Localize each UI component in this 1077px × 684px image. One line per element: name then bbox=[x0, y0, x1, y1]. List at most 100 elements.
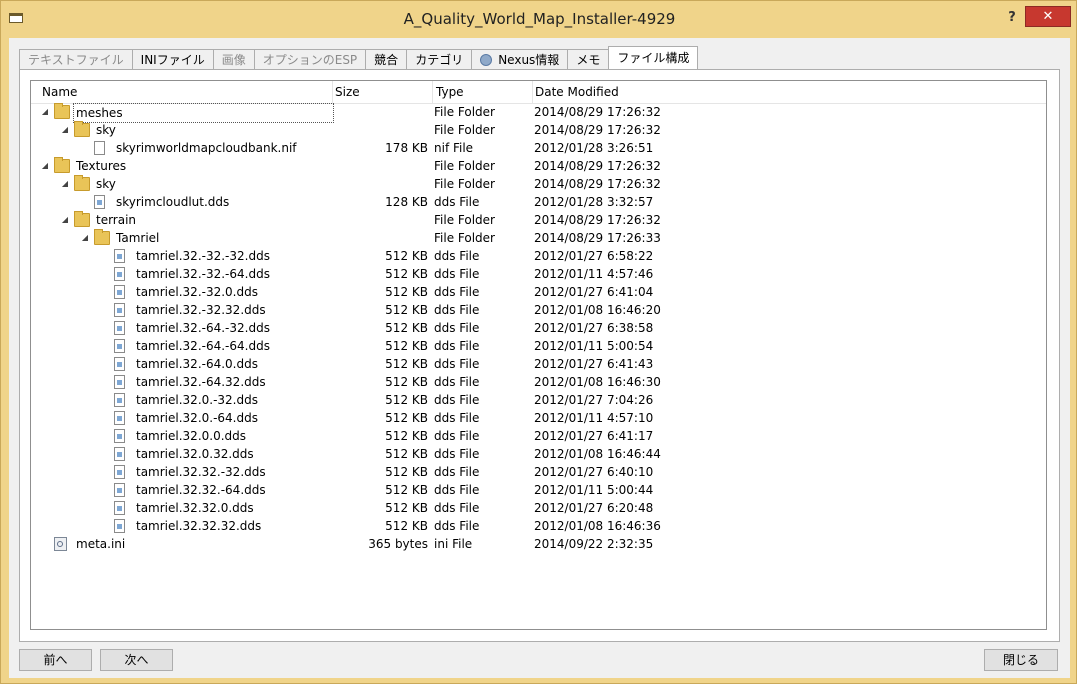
tab-5[interactable]: カテゴリ bbox=[406, 49, 473, 69]
row-name: tamriel.32.-32.-32.dds bbox=[136, 249, 270, 263]
close-dialog-button[interactable]: 閉じる bbox=[984, 649, 1058, 671]
tree-row[interactable]: tamriel.32.0.-64.dds 512 KB dds File 2012/0… bbox=[31, 409, 1046, 427]
column-header-type[interactable]: Type bbox=[433, 81, 533, 103]
row-size: 512 KB bbox=[385, 429, 428, 443]
expand-toggle-icon[interactable]: ◢ bbox=[59, 175, 71, 193]
close-window-button[interactable]: ✕ bbox=[1025, 6, 1071, 27]
column-header-date[interactable]: Date Modified bbox=[533, 81, 1046, 103]
dialog-client: テキストファイル INIファイル 画像 オプションのESP 競合 カテゴリ Nexus情報 メ… bbox=[9, 38, 1070, 678]
title-bar[interactable]: A_Quality_World_Map_Installer-4929 ? ✕ bbox=[1, 1, 1076, 35]
row-date: 2012/01/08 16:46:36 bbox=[534, 519, 661, 533]
tree-row[interactable]: ◢ Textures File Folder 2014/08/29 17:26:32 bbox=[31, 157, 1046, 175]
row-size: 512 KB bbox=[385, 375, 428, 389]
tab-1[interactable]: INIファイル bbox=[131, 49, 214, 69]
row-size: 512 KB bbox=[385, 321, 428, 335]
tab-7[interactable]: メモ bbox=[567, 49, 610, 69]
tab-4[interactable]: 競合 bbox=[365, 49, 408, 69]
tree-row[interactable]: meta.ini 365 bytes ini File 2014/09/22 2:32… bbox=[31, 535, 1046, 553]
expand-toggle-icon[interactable]: ◢ bbox=[59, 121, 71, 139]
row-date: 2014/08/29 17:26:32 bbox=[534, 213, 661, 227]
tab-6[interactable]: Nexus情報 bbox=[471, 49, 569, 69]
tree-row[interactable]: ◢ Tamriel File Folder 2014/08/29 17:26:33 bbox=[31, 229, 1046, 247]
row-name: tamriel.32.-64.0.dds bbox=[136, 357, 258, 371]
dds-file-icon bbox=[114, 357, 125, 371]
row-name: tamriel.32.32.32.dds bbox=[136, 519, 262, 533]
prev-button[interactable]: 前へ bbox=[19, 649, 92, 671]
help-button[interactable]: ? bbox=[1004, 10, 1020, 26]
row-type: dds File bbox=[434, 195, 480, 209]
folder-icon bbox=[74, 211, 90, 227]
row-name: tamriel.32.32.-32.dds bbox=[136, 465, 266, 479]
tree-row[interactable]: tamriel.32.-64.32.dds 512 KB dds File 2012/… bbox=[31, 373, 1046, 391]
row-date: 2012/01/28 3:26:51 bbox=[534, 141, 654, 155]
row-name: Textures bbox=[76, 159, 127, 173]
row-name: tamriel.32.-32.0.dds bbox=[136, 285, 258, 299]
tree-row[interactable]: tamriel.32.0.0.dds 512 KB dds File 2012/01/… bbox=[31, 427, 1046, 445]
row-date: 2012/01/11 5:00:54 bbox=[534, 339, 654, 353]
tree-row[interactable]: ◢ sky File Folder 2014/08/29 17:26:32 bbox=[31, 121, 1046, 139]
tab-3[interactable]: オプションのESP bbox=[253, 49, 367, 69]
tab-2[interactable]: 画像 bbox=[212, 49, 255, 69]
column-header-size[interactable]: Size bbox=[333, 81, 433, 103]
tree-row[interactable]: tamriel.32.-32.-64.dds 512 KB dds File 2012… bbox=[31, 265, 1046, 283]
dds-file-icon bbox=[114, 465, 125, 479]
dds-file-icon bbox=[114, 519, 125, 533]
column-header-name[interactable]: Name bbox=[31, 81, 333, 103]
tab-8[interactable]: ファイル構成 bbox=[608, 46, 699, 69]
tab-0[interactable]: テキストファイル bbox=[19, 49, 133, 69]
row-date: 2014/08/29 17:26:32 bbox=[534, 123, 661, 137]
expand-toggle-icon[interactable]: ◢ bbox=[59, 211, 71, 229]
file-icon bbox=[94, 141, 105, 155]
file-tree[interactable]: Name Size Type Date Modified ◢ meshes File… bbox=[30, 80, 1047, 630]
row-type: dds File bbox=[434, 249, 480, 263]
row-type: dds File bbox=[434, 519, 480, 533]
row-date: 2012/01/11 5:00:44 bbox=[534, 483, 654, 497]
tree-row[interactable]: tamriel.32.-64.0.dds 512 KB dds File 2012/0… bbox=[31, 355, 1046, 373]
row-name: terrain bbox=[96, 213, 137, 227]
tree-row[interactable]: ◢ meshes File Folder 2014/08/29 17:26:32 bbox=[31, 103, 1046, 123]
row-type: dds File bbox=[434, 501, 480, 515]
tree-row[interactable]: tamriel.32.32.32.dds 512 KB dds File 2012/0… bbox=[31, 517, 1046, 535]
row-type: File Folder bbox=[434, 231, 495, 245]
tree-row[interactable]: tamriel.32.0.-32.dds 512 KB dds File 2012/0… bbox=[31, 391, 1046, 409]
dds-file-icon bbox=[114, 249, 125, 263]
row-type: dds File bbox=[434, 303, 480, 317]
row-type: File Folder bbox=[434, 123, 495, 137]
row-size: 512 KB bbox=[385, 519, 428, 533]
row-type: dds File bbox=[434, 411, 480, 425]
row-type: nif File bbox=[434, 141, 474, 155]
tab-label: カテゴリ bbox=[415, 52, 464, 67]
tree-row[interactable]: skyrimcloudlut.dds 128 KB dds File 2012/01/… bbox=[31, 193, 1046, 211]
row-date: 2012/01/27 6:41:17 bbox=[534, 429, 654, 443]
row-size: 512 KB bbox=[385, 303, 428, 317]
tree-row[interactable]: tamriel.32.-64.-64.dds 512 KB dds File 2012… bbox=[31, 337, 1046, 355]
next-button[interactable]: 次へ bbox=[100, 649, 173, 671]
tree-row[interactable]: tamriel.32.-32.32.dds 512 KB dds File 2012/… bbox=[31, 301, 1046, 319]
expand-toggle-icon[interactable]: ◢ bbox=[39, 103, 51, 121]
expand-toggle-icon[interactable]: ◢ bbox=[39, 157, 51, 175]
tab-label: 画像 bbox=[221, 52, 246, 67]
tree-row[interactable]: tamriel.32.0.32.dds 512 KB dds File 2012/01… bbox=[31, 445, 1046, 463]
row-date: 2014/08/29 17:26:32 bbox=[534, 177, 661, 191]
row-size: 512 KB bbox=[385, 447, 428, 461]
dds-file-icon bbox=[114, 501, 125, 515]
tree-row[interactable]: tamriel.32.-32.0.dds 512 KB dds File 2012/0… bbox=[31, 283, 1046, 301]
tab-label: INIファイル bbox=[140, 52, 205, 67]
tree-row[interactable]: tamriel.32.-64.-32.dds 512 KB dds File 2012… bbox=[31, 319, 1046, 337]
tree-row[interactable]: tamriel.32.-32.-32.dds 512 KB dds File 2012… bbox=[31, 247, 1046, 265]
tree-row[interactable]: ◢ terrain File Folder 2014/08/29 17:26:32 bbox=[31, 211, 1046, 229]
dds-file-icon bbox=[114, 339, 125, 353]
row-name: tamriel.32.0.-32.dds bbox=[136, 393, 258, 407]
tree-row[interactable]: ◢ sky File Folder 2014/08/29 17:26:32 bbox=[31, 175, 1046, 193]
row-type: dds File bbox=[434, 339, 480, 353]
row-size: 512 KB bbox=[385, 465, 428, 479]
tree-row[interactable]: skyrimworldmapcloudbank.nif 178 KB nif Fil… bbox=[31, 139, 1046, 157]
tree-row[interactable]: tamriel.32.32.-64.dds 512 KB dds File 2012/… bbox=[31, 481, 1046, 499]
row-name: tamriel.32.-32.-64.dds bbox=[136, 267, 270, 281]
row-type: dds File bbox=[434, 321, 480, 335]
expand-toggle-icon[interactable]: ◢ bbox=[79, 229, 91, 247]
row-type: File Folder bbox=[434, 177, 495, 191]
tree-row[interactable]: tamriel.32.32.0.dds 512 KB dds File 2012/01… bbox=[31, 499, 1046, 517]
tree-row[interactable]: tamriel.32.32.-32.dds 512 KB dds File 2012/… bbox=[31, 463, 1046, 481]
folder-icon bbox=[74, 175, 90, 191]
